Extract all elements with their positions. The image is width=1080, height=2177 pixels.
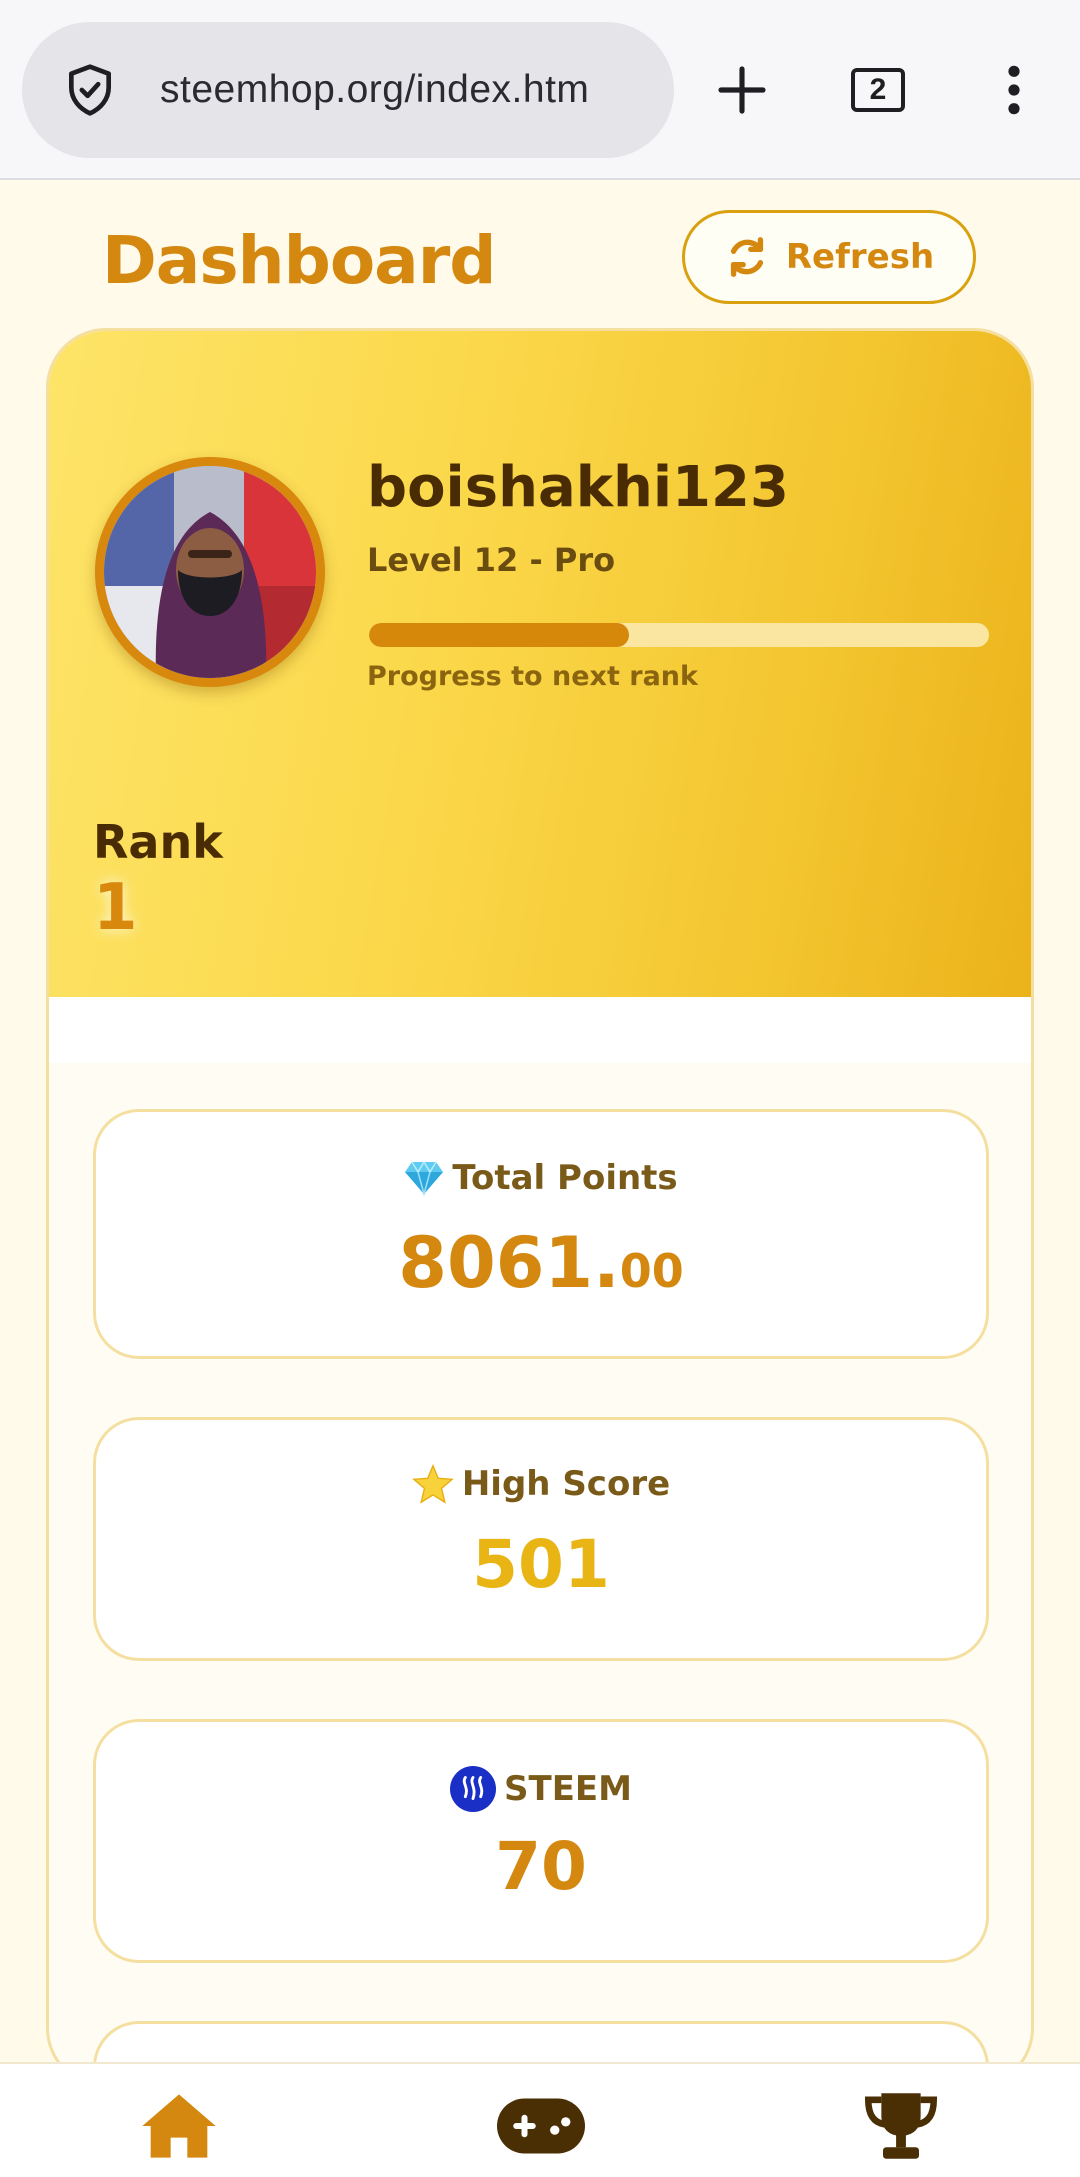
url-fade (594, 52, 654, 128)
star-icon (411, 1464, 454, 1504)
stat-card-steem: STEEM 70 (93, 1719, 989, 1963)
home-icon (142, 2094, 216, 2158)
gamepad-icon (497, 2098, 585, 2154)
stat-label: STEEM (504, 1769, 632, 1809)
progress-label: Progress to next rank (367, 661, 698, 692)
trophy-icon (864, 2093, 938, 2159)
steem-value: 70 (495, 1828, 587, 1905)
page-title: Dashboard (102, 222, 497, 299)
new-tab-button[interactable] (692, 40, 792, 140)
url-text[interactable]: steemhop.org/index.htm (160, 62, 660, 118)
plus-icon (718, 66, 766, 114)
rank-value: 1 (93, 871, 138, 945)
total-points-integer: 8061. (398, 1222, 620, 1304)
hero-divider (49, 997, 1031, 1063)
stat-header: Total Points (96, 1158, 986, 1198)
stat-header: STEEM (96, 1766, 986, 1812)
rank-progress-bar (369, 623, 989, 647)
nav-leaderboard[interactable] (856, 2086, 946, 2166)
shield-icon[interactable] (62, 62, 118, 118)
steem-icon (450, 1766, 497, 1812)
browser-menu-button[interactable] (964, 40, 1064, 140)
total-points-decimal: 00 (619, 1244, 684, 1298)
refresh-icon (730, 237, 763, 277)
refresh-label: Refresh (785, 237, 935, 277)
profile-hero: boishakhi123 Level 12 - Pro Progress to … (49, 331, 1031, 997)
stat-label: Total Points (452, 1158, 678, 1198)
address-bar[interactable]: steemhop.org/index.htm (22, 22, 674, 158)
rank-progress-fill (369, 623, 630, 647)
tab-switcher-button[interactable]: 2 (828, 40, 928, 140)
high-score-value: 501 (472, 1526, 610, 1603)
page-content: Dashboard Refresh boishakhi123 Level 12 … (0, 182, 1080, 2088)
tabs-icon: 2 (851, 68, 905, 112)
avatar-photo (104, 466, 316, 678)
bottom-nav (0, 2062, 1080, 2177)
nav-home[interactable] (134, 2086, 224, 2166)
dashboard-card: boishakhi123 Level 12 - Pro Progress to … (46, 328, 1034, 2088)
rank-label: Rank (93, 815, 223, 869)
username: boishakhi123 (367, 455, 789, 520)
avatar[interactable] (95, 457, 325, 687)
browser-toolbar: steemhop.org/index.htm 2 (0, 0, 1080, 180)
stat-card-total-points: Total Points 8061.00 (93, 1109, 989, 1359)
stat-card-high-score: High Score 501 (93, 1417, 989, 1661)
total-points-value: 8061.00 (96, 1222, 986, 1304)
gem-icon (405, 1160, 444, 1196)
nav-games[interactable] (496, 2086, 586, 2166)
refresh-button[interactable]: Refresh (682, 210, 976, 304)
stat-label: High Score (461, 1464, 671, 1504)
level-text: Level 12 - Pro (367, 541, 616, 579)
more-vert-icon (1008, 65, 1020, 115)
stat-header: High Score (96, 1464, 986, 1504)
